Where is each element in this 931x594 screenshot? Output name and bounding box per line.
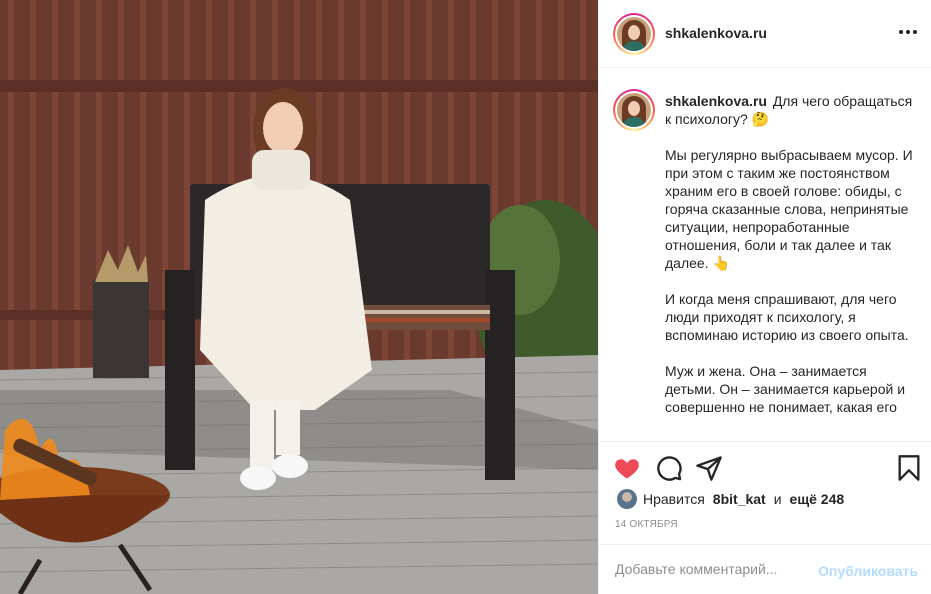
bookmark-icon[interactable] bbox=[895, 454, 923, 482]
post-panel: shkalenkova.ru shkalenkova.ru Для чего о… bbox=[598, 0, 931, 594]
caption-text: shkalenkova.ru Для чего обращаться к пси… bbox=[665, 92, 915, 434]
likes-summary: Нравится 8bit_kat и ещё 248 bbox=[617, 488, 844, 510]
likes-prefix: Нравится bbox=[643, 491, 705, 507]
post-date[interactable]: 14 ОКТЯБРЯ bbox=[615, 519, 678, 530]
post-header: shkalenkova.ru bbox=[599, 0, 931, 68]
liker-avatar[interactable] bbox=[617, 489, 637, 509]
caption-paragraph: Муж и жена. Она – занимается детьми. Он … bbox=[665, 363, 906, 415]
post-photo[interactable] bbox=[0, 0, 598, 594]
comment-bar: Опубликовать bbox=[599, 544, 931, 594]
author-avatar[interactable] bbox=[613, 13, 655, 55]
author-username-link[interactable]: shkalenkova.ru bbox=[665, 25, 767, 41]
comment-icon[interactable] bbox=[655, 454, 683, 482]
liker-username-link[interactable]: 8bit_kat bbox=[713, 491, 766, 507]
post-caption: shkalenkova.ru Для чего обращаться к пси… bbox=[599, 69, 931, 441]
likes-others-link[interactable]: ещё 248 bbox=[790, 491, 845, 507]
caption-paragraph: И когда меня спрашивают, для чего люди п… bbox=[665, 291, 909, 343]
heart-filled-icon[interactable] bbox=[613, 454, 641, 482]
caption-paragraph: Мы регулярно выбрасываем мусор. И при эт… bbox=[665, 147, 913, 271]
caption-paragraph: shkalenkova.ru Для чего обращаться к пси… bbox=[665, 92, 915, 128]
more-horizontal-icon[interactable] bbox=[896, 22, 920, 42]
comment-input[interactable] bbox=[615, 561, 815, 577]
likes-conj: и bbox=[773, 491, 782, 507]
publish-button[interactable]: Опубликовать bbox=[818, 563, 918, 579]
post-actions bbox=[599, 441, 931, 491]
caption-username-link[interactable]: shkalenkova.ru bbox=[665, 93, 767, 109]
share-icon[interactable] bbox=[695, 454, 723, 482]
caption-author-avatar[interactable] bbox=[613, 89, 655, 131]
